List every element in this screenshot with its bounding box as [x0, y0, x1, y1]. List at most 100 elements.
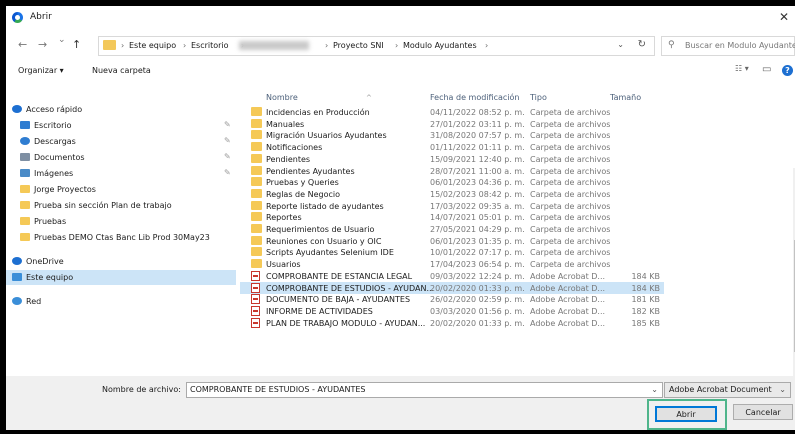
file-row[interactable]: INFORME DE ACTIVIDADES 03/03/2020 01:56 p… [240, 305, 664, 317]
sidebar-item[interactable]: Descargas ✎ [6, 134, 236, 149]
breadcrumb-escritorio[interactable]: Escritorio [191, 41, 229, 50]
sidebar-item[interactable]: Documentos ✎ [6, 150, 236, 165]
file-date: 09/03/2022 12:24 p. m. [430, 271, 525, 281]
column-header-name[interactable]: Nombre ^ [266, 93, 372, 102]
file-type-chevron-icon: ⌄ [779, 385, 786, 394]
sidebar-item[interactable]: Este equipo [6, 270, 236, 285]
file-row[interactable]: PLAN DE TRABAJO MODULO - AYUDAN... 20/02/… [240, 317, 664, 329]
file-name: Reuniones con Usuario y OIC [266, 236, 382, 246]
breadcrumb-este-equipo[interactable]: Este equipo [129, 41, 176, 50]
sidebar-item[interactable]: Escritorio ✎ [6, 118, 236, 133]
file-date: 27/01/2022 03:11 p. m. [430, 119, 525, 129]
file-type: Carpeta de archivos [530, 225, 611, 234]
file-name: Notificaciones [266, 143, 323, 153]
file-row[interactable]: Reporte listado de ayudantes 17/03/2022 0… [240, 200, 664, 212]
file-row[interactable]: Usuarios 17/04/2023 06:54 p. m. Carpeta de… [240, 258, 664, 270]
pin-icon[interactable]: ✎ [224, 168, 231, 177]
file-row[interactable]: Reuniones con Usuario y OIC 06/01/2023 01… [240, 235, 664, 247]
column-header-type[interactable]: Tipo [530, 93, 547, 102]
file-row[interactable]: DOCUMENTO DE BAJA - AYUDANTES 26/02/2020 … [240, 293, 664, 305]
sidebar-item[interactable]: Prueba sin sección Plan de trabajo [6, 198, 236, 213]
new-folder-button[interactable]: Nueva carpeta [92, 66, 151, 75]
file-row[interactable]: Requerimientos de Usuario 27/05/2021 04:2… [240, 223, 664, 235]
sidebar-item[interactable]: Red [6, 294, 236, 309]
back-arrow-icon[interactable]: ← [18, 38, 27, 51]
sidebar-item-label: OneDrive [26, 257, 64, 266]
sidebar-item[interactable]: Jorge Proyectos [6, 182, 236, 197]
pdf-file-icon [251, 294, 260, 305]
computer-icon [12, 273, 22, 281]
column-header-date[interactable]: Fecha de modificación [430, 93, 519, 102]
file-date: 03/03/2020 01:56 p. m. [430, 306, 525, 316]
address-bar[interactable]: › Este equipo › Escritorio › › Proyecto … [98, 36, 655, 56]
file-date: 01/11/2022 01:11 p. m. [430, 143, 525, 153]
pin-icon[interactable]: ✎ [224, 152, 231, 161]
help-icon[interactable]: ? [782, 65, 793, 76]
organize-menu-button[interactable]: Organizar ▾ [18, 66, 64, 75]
sidebar-item[interactable]: OneDrive [6, 254, 236, 269]
search-input[interactable]: Buscar en Modulo Ayudantes [685, 41, 795, 50]
cancel-button[interactable]: Cancelar [733, 404, 793, 420]
file-row[interactable]: Notificaciones 01/11/2022 01:11 p. m. Carp… [240, 141, 664, 153]
file-type-filter[interactable]: Adobe Acrobat Document ⌄ [664, 382, 791, 398]
refresh-icon[interactable]: ↻ [638, 39, 646, 50]
file-type: Carpeta de archivos [530, 131, 611, 141]
folder-icon [251, 165, 262, 175]
sidebar-item[interactable]: Acceso rápido [6, 102, 236, 117]
file-type: Carpeta de archivos [530, 248, 611, 258]
preview-pane-icon[interactable]: ▭ [762, 64, 771, 75]
file-date: 27/05/2021 04:29 p. m. [430, 225, 525, 234]
folder-icon [251, 247, 262, 257]
file-row[interactable]: Pendientes 15/09/2021 12:40 p. m. Carpeta … [240, 153, 664, 165]
cloud-icon [12, 257, 22, 265]
folder-icon [251, 177, 262, 187]
breadcrumb-modulo-ayudantes[interactable]: Modulo Ayudantes [403, 41, 477, 50]
breadcrumb-proyecto-sni[interactable]: Proyecto SNI [333, 41, 384, 50]
navigation-pane: Acceso rápido Escritorio ✎ Descargas ✎ Docume… [6, 86, 238, 376]
sidebar-item-label: Pruebas [34, 217, 67, 226]
folder-icon [251, 212, 262, 222]
file-row[interactable]: Reglas de Negocio 15/02/2023 08:42 p. m. C… [240, 188, 664, 200]
file-type: Adobe Acrobat D... [530, 295, 606, 305]
sidebar-item-label: Escritorio [34, 121, 72, 130]
sidebar-item[interactable]: Pruebas [6, 214, 236, 229]
address-dropdown-chevron-icon[interactable]: ⌄ [617, 40, 624, 49]
pin-icon[interactable]: ✎ [224, 136, 231, 145]
file-size: 185 KB [631, 318, 660, 328]
file-type: Carpeta de archivos [530, 119, 611, 129]
file-name: Pendientes Ayudantes [266, 166, 355, 176]
file-row[interactable]: COMPROBANTE DE ESTANCIA LEGAL 09/03/2022 … [240, 270, 664, 282]
file-row[interactable]: Pendientes Ayudantes 28/07/2021 11:00 a. … [240, 165, 664, 177]
up-arrow-icon[interactable]: ↑ [72, 38, 81, 51]
open-button[interactable]: Abrir [655, 406, 717, 422]
folder-icon [251, 259, 262, 269]
view-options-icon[interactable]: ☷ ▾ [735, 64, 749, 73]
file-row[interactable]: Reportes 14/07/2021 05:01 p. m. Carpeta de… [240, 211, 664, 223]
file-type: Carpeta de archivos [530, 166, 611, 176]
file-name: PLAN DE TRABAJO MODULO - AYUDAN... [266, 318, 426, 328]
file-row[interactable]: Scripts Ayudantes Selenium IDE 10/01/2022… [240, 246, 664, 258]
column-name-label: Nombre [266, 93, 298, 102]
pin-icon[interactable]: ✎ [224, 120, 231, 129]
file-row[interactable]: COMPROBANTE DE ESTUDIOS - AYUDAN... 20/02… [240, 281, 664, 294]
sidebar-item[interactable]: Imágenes ✎ [6, 166, 236, 181]
file-row[interactable]: Pruebas y Queries 06/01/2023 04:36 p. m. C… [240, 176, 664, 188]
folder-icon [251, 188, 262, 198]
forward-arrow-icon[interactable]: → [38, 38, 47, 51]
filename-dropdown-chevron-icon[interactable]: ⌄ [651, 385, 658, 394]
network-icon [12, 297, 22, 305]
file-row[interactable]: Migración Usuarios Ayudantes 31/08/2020 0… [240, 129, 664, 141]
column-header-size[interactable]: Tamaño [610, 93, 641, 102]
recent-locations-chevron-icon[interactable]: ⌄ [58, 35, 66, 45]
search-box[interactable]: ⚲ Buscar en Modulo Ayudantes [661, 36, 795, 56]
file-date: 20/02/2020 01:33 p. m. [430, 318, 525, 328]
filename-field[interactable]: COMPROBANTE DE ESTUDIOS - AYUDANTES ⌄ [186, 382, 663, 398]
file-name: Usuarios [266, 260, 301, 270]
file-row[interactable]: Incidencias en Producción 04/11/2022 08:5… [240, 106, 664, 118]
file-type-value: Adobe Acrobat Document [669, 385, 772, 394]
file-row[interactable]: Manuales 27/01/2022 03:11 p. m. Carpeta de… [240, 118, 664, 130]
close-icon[interactable]: ✕ [779, 10, 789, 24]
folder-icon [251, 200, 262, 210]
file-type: Carpeta de archivos [530, 236, 611, 246]
sidebar-item[interactable]: Pruebas DEMO Ctas Banc Lib Prod 30May23 [6, 230, 236, 245]
